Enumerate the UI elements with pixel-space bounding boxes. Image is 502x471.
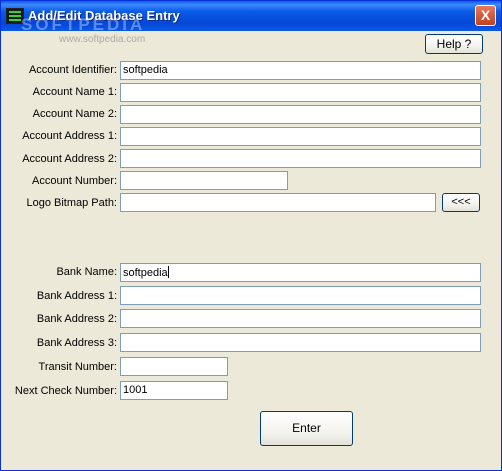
bank-address-1-field[interactable] — [120, 286, 481, 305]
account-number-label: Account Number: — [32, 175, 117, 187]
bank-name-value: softpedia — [123, 267, 168, 279]
account-address-2-field[interactable] — [120, 149, 481, 168]
bank-address-2-field[interactable] — [120, 309, 481, 328]
account-name-1-label: Account Name 1: — [32, 86, 117, 98]
account-identifier-label: Account Identifier: — [28, 64, 117, 76]
help-button[interactable]: Help ? — [425, 34, 483, 54]
next-check-number-field[interactable]: 1001 — [120, 381, 228, 400]
account-address-2-label: Account Address 2: — [22, 153, 117, 165]
account-address-1-field[interactable] — [120, 127, 481, 146]
account-name-1-field[interactable] — [120, 83, 481, 102]
transit-number-field[interactable] — [120, 357, 228, 376]
transit-number-label: Transit Number: — [38, 361, 117, 373]
watermark-logo: SOFTPEDIA — [21, 15, 146, 34]
account-name-2-label: Account Name 2: — [32, 108, 117, 120]
logo-bitmap-path-label: Logo Bitmap Path: — [26, 197, 117, 209]
next-check-number-label: Next Check Number: — [14, 385, 117, 397]
text-caret — [167, 266, 169, 278]
account-name-2-field[interactable] — [120, 105, 481, 124]
bank-address-2-label: Bank Address 2: — [36, 313, 117, 325]
account-identifier-field[interactable]: softpedia — [120, 61, 481, 80]
logo-bitmap-path-field[interactable] — [120, 193, 436, 212]
bank-name-field[interactable]: softpedia — [120, 263, 481, 282]
close-button[interactable]: X — [475, 5, 496, 26]
bank-address-3-label: Bank Address 3: — [36, 337, 117, 349]
watermark-url: www.softpedia.com — [59, 34, 146, 45]
bank-address-1-label: Bank Address 1: — [36, 290, 117, 302]
account-number-field[interactable] — [120, 171, 288, 190]
add-edit-database-entry-window: Add/Edit Database Entry X SOFTPEDIA www.… — [0, 0, 502, 471]
account-address-1-label: Account Address 1: — [22, 130, 117, 142]
browse-logo-button[interactable]: <<< — [442, 193, 480, 212]
enter-button[interactable]: Enter — [260, 411, 353, 446]
bank-name-label: Bank Name: — [56, 266, 117, 278]
bank-address-3-field[interactable] — [120, 333, 481, 352]
